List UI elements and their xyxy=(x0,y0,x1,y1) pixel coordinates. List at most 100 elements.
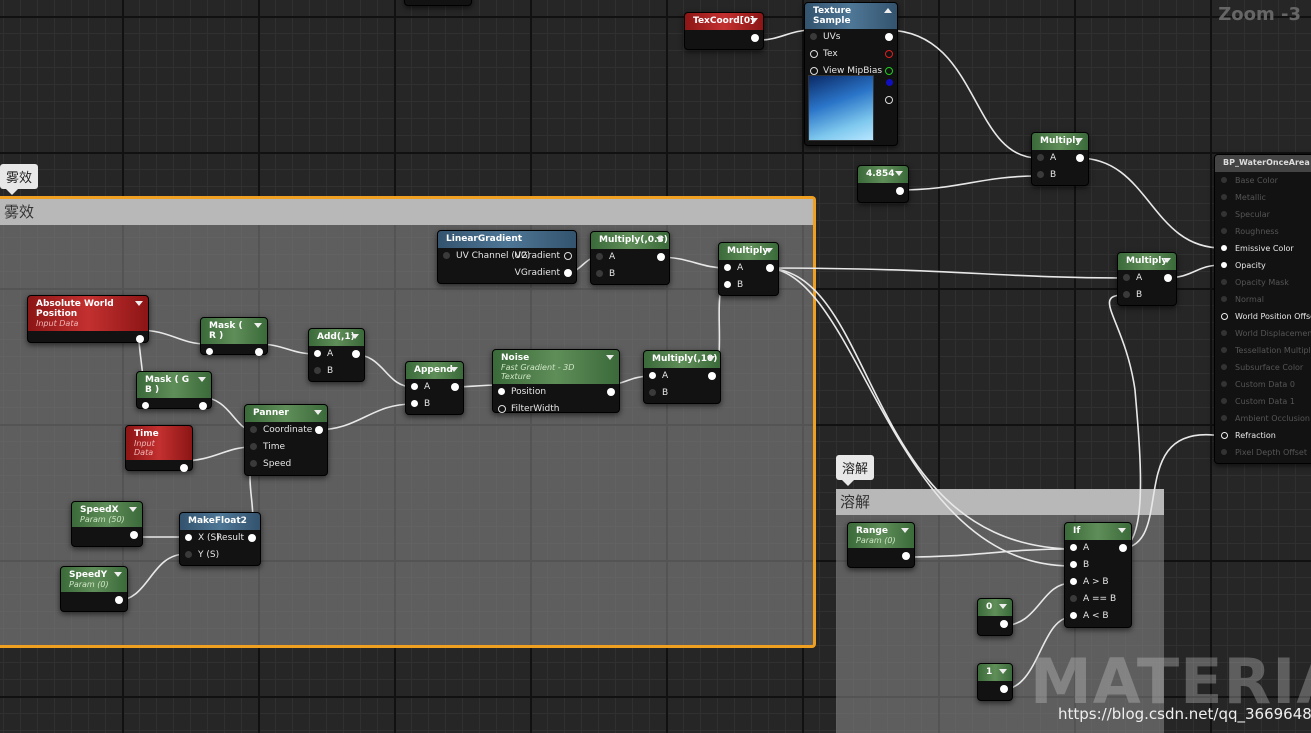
constant-1-header[interactable]: 1 xyxy=(978,664,1012,681)
output-pin[interactable] xyxy=(902,552,910,560)
makefloat2-node[interactable]: MakeFloat2 X (S) Result Y (S) xyxy=(179,512,261,566)
output-pin[interactable] xyxy=(451,383,459,391)
a-in-pin[interactable] xyxy=(1123,274,1130,281)
mask-r-node[interactable]: Mask ( R ) xyxy=(200,317,268,356)
chevron-down-icon[interactable] xyxy=(450,367,458,372)
a-in-pin[interactable] xyxy=(1070,544,1077,551)
b-out-pin[interactable] xyxy=(886,79,893,86)
input-pin[interactable] xyxy=(206,348,213,355)
material-pin-row[interactable]: Opacity xyxy=(1215,257,1311,274)
multiply-10-node[interactable]: Multiply(,10) A B xyxy=(643,350,721,404)
chevron-up-icon[interactable] xyxy=(884,8,892,13)
b-in-pin[interactable] xyxy=(1037,171,1044,178)
output-pin[interactable] xyxy=(115,596,123,604)
a-in-pin[interactable] xyxy=(314,350,321,357)
time-header[interactable]: Time Input Data xyxy=(126,426,192,460)
material-input-pin[interactable] xyxy=(1221,381,1227,387)
constant-4854-header[interactable]: 4.854 xyxy=(858,166,908,183)
chevron-down-icon[interactable] xyxy=(895,171,903,176)
output-pin[interactable] xyxy=(199,402,207,410)
range-node[interactable]: Range Param (0) xyxy=(847,522,915,568)
b-in-pin[interactable] xyxy=(1070,561,1077,568)
chevron-down-icon[interactable] xyxy=(1163,258,1171,263)
material-pin-row[interactable]: Ambient Occlusion xyxy=(1215,410,1311,427)
speedx-header[interactable]: SpeedX Param (50) xyxy=(72,502,142,527)
chevron-down-icon[interactable] xyxy=(765,248,773,253)
chevron-down-icon[interactable] xyxy=(999,604,1007,609)
panner-header[interactable]: Panner xyxy=(245,405,327,422)
output-pin[interactable] xyxy=(136,335,144,343)
a-in-pin[interactable] xyxy=(1037,154,1044,161)
a-in-pin[interactable] xyxy=(724,264,731,271)
output-pin[interactable] xyxy=(1119,544,1127,552)
result-out-pin[interactable] xyxy=(248,534,256,542)
input-pin[interactable] xyxy=(142,402,149,409)
multiply-right-header[interactable]: Multiply xyxy=(1118,253,1176,270)
ugradient-out-pin[interactable] xyxy=(564,252,572,260)
material-input-pin[interactable] xyxy=(1221,296,1227,302)
material-input-pin[interactable] xyxy=(1221,330,1227,336)
speedy-header[interactable]: SpeedY Param (0) xyxy=(61,567,127,592)
output-pin[interactable] xyxy=(315,426,323,434)
material-pin-row[interactable]: Custom Data 1 xyxy=(1215,393,1311,410)
material-input-pin[interactable] xyxy=(1221,398,1227,404)
multiply-0-3-header[interactable]: Multiply(,0.3) xyxy=(591,232,669,249)
material-pin-row[interactable]: Custom Data 0 xyxy=(1215,376,1311,393)
chevron-down-icon[interactable] xyxy=(314,410,322,415)
r-out-pin[interactable] xyxy=(885,50,893,58)
tex-in-pin[interactable] xyxy=(810,50,818,58)
filterwidth-in-pin[interactable] xyxy=(498,405,506,413)
mipbias-in-pin[interactable] xyxy=(810,67,818,75)
b-in-pin[interactable] xyxy=(596,270,603,277)
b-in-pin[interactable] xyxy=(314,367,321,374)
material-input-pin[interactable] xyxy=(1221,364,1227,370)
material-input-pin[interactable] xyxy=(1221,347,1227,353)
chevron-down-icon[interactable] xyxy=(129,507,137,512)
makefloat2-header[interactable]: MakeFloat2 xyxy=(180,513,260,530)
material-pin-row[interactable]: Subsurface Color xyxy=(1215,359,1311,376)
multiply-mid-header[interactable]: Multiply xyxy=(719,243,778,260)
range-header[interactable]: Range Param (0) xyxy=(848,523,914,548)
chevron-down-icon[interactable] xyxy=(1075,138,1083,143)
chevron-down-icon[interactable] xyxy=(135,301,143,306)
multiply-mid-node[interactable]: Multiply A B xyxy=(718,242,779,296)
material-input-pin[interactable] xyxy=(1221,245,1227,251)
b-in-pin[interactable] xyxy=(649,389,656,396)
output-pin[interactable] xyxy=(255,348,263,356)
material-output-header[interactable]: BP_WaterOnceArea xyxy=(1215,155,1311,172)
output-pin[interactable] xyxy=(1000,620,1008,628)
chevron-down-icon[interactable] xyxy=(606,355,614,360)
constant-0-node[interactable]: 0 xyxy=(977,598,1013,636)
chevron-down-icon[interactable] xyxy=(656,237,664,242)
multiply-right-node[interactable]: Multiply A B xyxy=(1117,252,1177,306)
a-lt-b-in-pin[interactable] xyxy=(1070,612,1077,619)
a-gt-b-in-pin[interactable] xyxy=(1070,578,1077,585)
output-pin[interactable] xyxy=(657,253,665,261)
material-input-pin[interactable] xyxy=(1221,313,1228,320)
multiply-top-header[interactable]: Multiply xyxy=(1032,133,1088,150)
material-pin-row[interactable]: World Position Offset xyxy=(1215,308,1311,325)
chevron-down-icon[interactable] xyxy=(750,18,758,23)
material-input-pin[interactable] xyxy=(1221,228,1227,234)
x-in-pin[interactable] xyxy=(185,534,192,541)
noise-node[interactable]: Noise Fast Gradient - 3D Texture Position… xyxy=(492,349,620,414)
material-pin-row[interactable]: Normal xyxy=(1215,291,1311,308)
if-header[interactable]: If xyxy=(1065,523,1131,540)
speed-in-pin[interactable] xyxy=(250,460,257,467)
speedx-node[interactable]: SpeedX Param (50) xyxy=(71,501,143,547)
uvs-in-pin[interactable] xyxy=(810,33,817,40)
output-pin[interactable] xyxy=(130,531,138,539)
add-1-header[interactable]: Add(,1) xyxy=(309,329,364,346)
output-pin[interactable] xyxy=(607,388,615,396)
chevron-down-icon[interactable] xyxy=(198,377,206,382)
constant-0-header[interactable]: 0 xyxy=(978,599,1012,616)
if-node[interactable]: If A B A > B A == B A < B xyxy=(1064,522,1132,628)
b-in-pin[interactable] xyxy=(1123,291,1130,298)
constant-1-node[interactable]: 1 xyxy=(977,663,1013,701)
mask-r-header[interactable]: Mask ( R ) xyxy=(201,318,267,344)
chevron-down-icon[interactable] xyxy=(254,323,262,328)
material-input-pin[interactable] xyxy=(1221,177,1227,183)
material-pin-row[interactable]: Opacity Mask xyxy=(1215,274,1311,291)
output-pin[interactable] xyxy=(1000,685,1008,693)
mask-gb-header[interactable]: Mask ( G B ) xyxy=(137,372,211,398)
